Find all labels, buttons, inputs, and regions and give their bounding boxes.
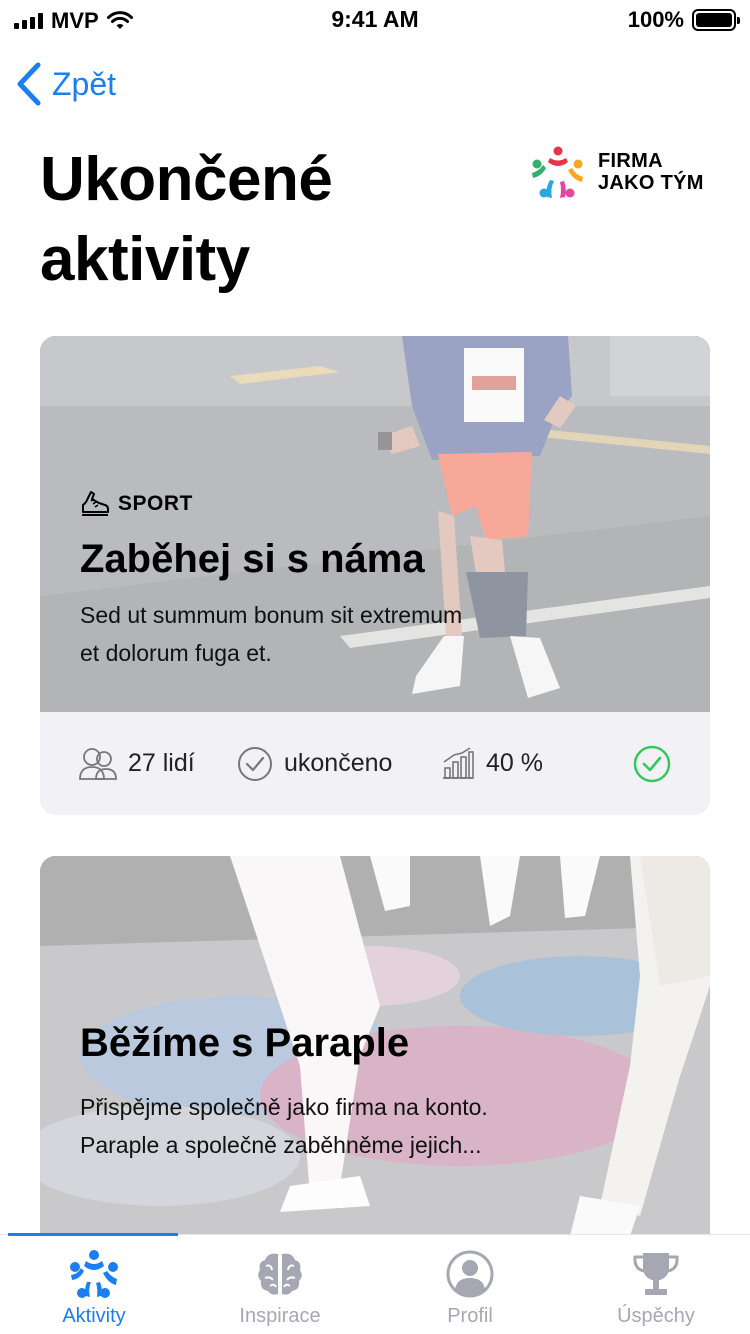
chevron-left-icon bbox=[17, 62, 41, 106]
activity-title: Zaběhej si s náma bbox=[80, 537, 425, 581]
tab-label: Aktivity bbox=[62, 1305, 126, 1327]
brain-icon bbox=[253, 1247, 307, 1301]
progress-value: 40 % bbox=[486, 749, 543, 777]
status-bar-right: 100% bbox=[627, 7, 740, 33]
card-content: Běžíme s Paraple Přispějme společně jako… bbox=[80, 1018, 670, 1164]
card-content: SPORT Zaběhej si s náma Sed ut summum bo… bbox=[80, 490, 670, 672]
company-logo: FIRMA JAKO TÝM bbox=[530, 144, 704, 200]
progress-stat: 40 % bbox=[440, 712, 543, 815]
back-button[interactable]: Zpět bbox=[16, 62, 116, 106]
profile-icon bbox=[443, 1247, 497, 1301]
status-text: ukončeno bbox=[284, 749, 393, 777]
logo-line-1: FIRMA bbox=[598, 150, 663, 172]
battery-icon bbox=[692, 9, 740, 31]
team-icon bbox=[67, 1247, 121, 1301]
activity-description: Přispějme společně jako firma na konto. … bbox=[80, 1094, 488, 1158]
back-label: Zpět bbox=[52, 65, 117, 102]
tab-bar: Aktivity Inspirace Profil Úspěchy bbox=[0, 1233, 750, 1334]
trophy-icon bbox=[629, 1247, 683, 1301]
tab-profil[interactable]: Profil bbox=[380, 1235, 560, 1334]
activity-card[interactable]: SPORT Zaběhej si s náma Sed ut summum bo… bbox=[40, 336, 710, 815]
completed-check-icon bbox=[633, 745, 671, 782]
tab-uspechy[interactable]: Úspěchy bbox=[566, 1235, 746, 1334]
tab-label: Úspěchy bbox=[617, 1305, 695, 1327]
activity-stats: 27 lidí ukončeno 40 % bbox=[40, 712, 710, 815]
battery-percent: 100% bbox=[627, 7, 684, 32]
activity-card[interactable]: Běžíme s Paraple Přispějme společně jako… bbox=[40, 856, 710, 1236]
tab-label: Profil bbox=[447, 1305, 493, 1327]
check-circle-icon bbox=[238, 746, 272, 781]
growth-chart-icon bbox=[443, 746, 474, 779]
tab-aktivity[interactable]: Aktivity bbox=[4, 1235, 184, 1334]
activity-title: Běžíme s Paraple bbox=[80, 1021, 410, 1065]
category-text: SPORT bbox=[118, 492, 193, 515]
status-stat: ukončeno bbox=[236, 712, 392, 815]
running-shoe-icon bbox=[82, 491, 109, 516]
participants-count: 27 lidí bbox=[128, 749, 195, 777]
completed-badge bbox=[632, 712, 672, 815]
logo-mark-icon bbox=[532, 146, 583, 198]
people-icon bbox=[79, 747, 117, 780]
activity-description: Sed ut summum bonum sit extremum et dolo… bbox=[80, 602, 463, 666]
logo-line-2: JAKO TÝM bbox=[598, 172, 704, 194]
participants-stat: 27 lidí bbox=[78, 712, 195, 815]
status-bar: MVP 9:41 AM 100% bbox=[0, 0, 750, 40]
tab-label: Inspirace bbox=[239, 1305, 321, 1327]
tab-inspirace[interactable]: Inspirace bbox=[190, 1235, 370, 1334]
category-label: SPORT bbox=[80, 490, 670, 518]
page-title: Ukončené aktivity bbox=[40, 145, 333, 294]
logo-text: FIRMA JAKO TÝM bbox=[598, 150, 704, 194]
